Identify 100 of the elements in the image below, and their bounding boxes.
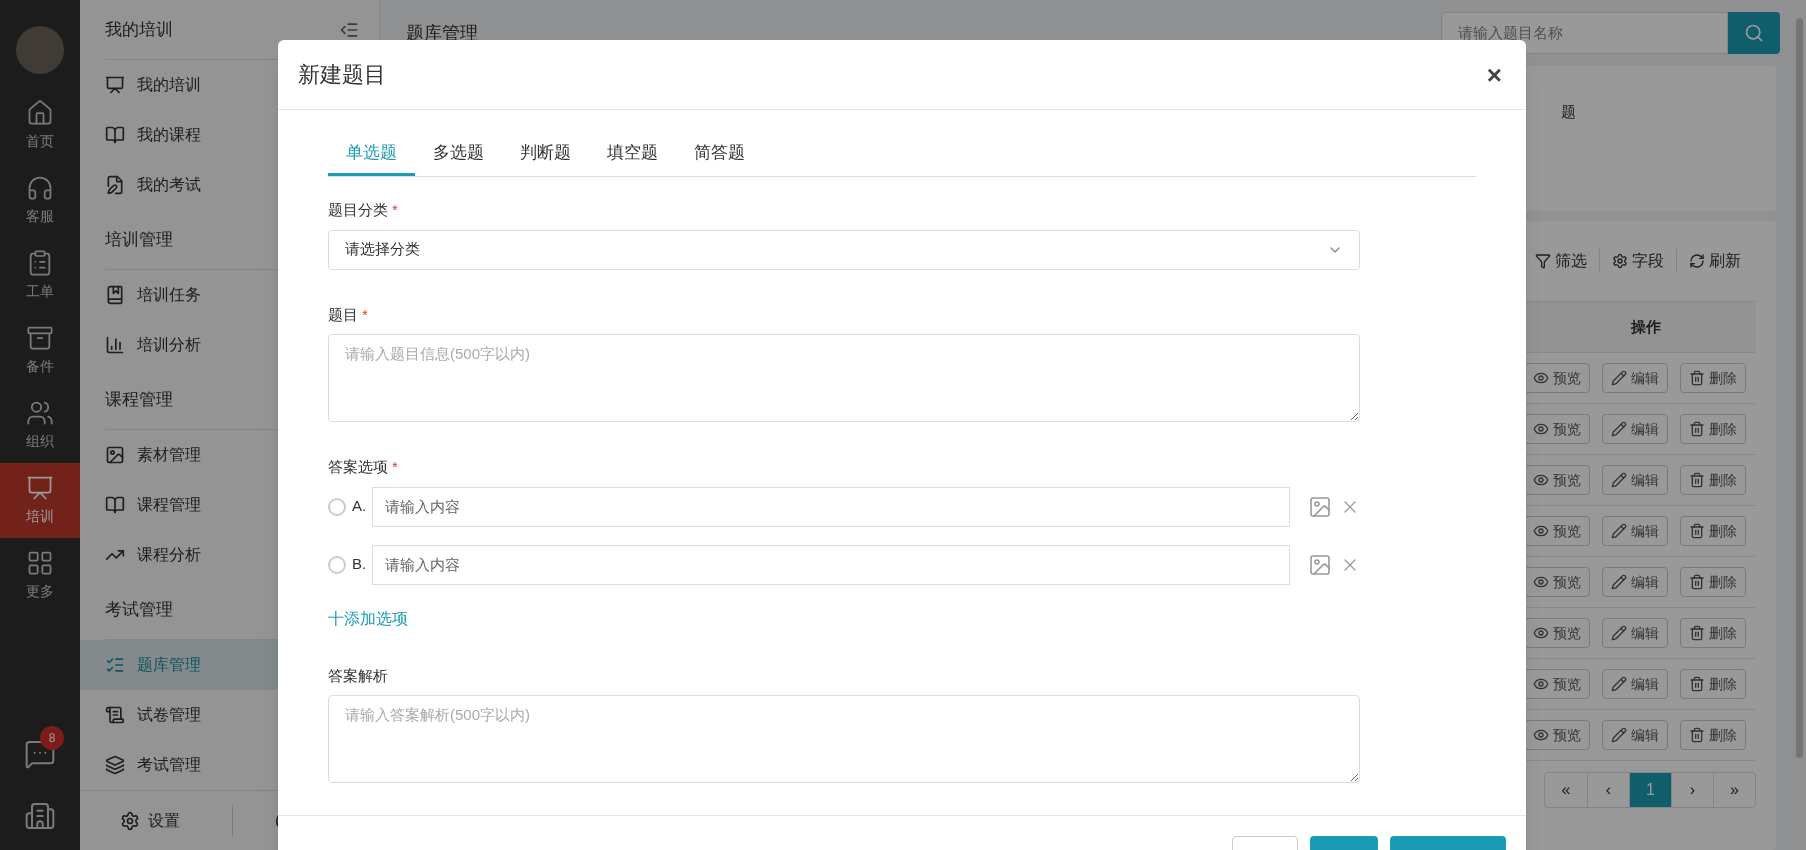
rail-item[interactable]: 培训 bbox=[0, 463, 80, 538]
page-button[interactable]: 1 bbox=[1629, 773, 1671, 807]
toolbar-button[interactable]: 字段 bbox=[1599, 249, 1664, 273]
trash-icon bbox=[1689, 421, 1705, 437]
image-icon[interactable] bbox=[1308, 552, 1332, 577]
filter-icon bbox=[1535, 253, 1551, 269]
action-button[interactable]: 删除 bbox=[1680, 414, 1746, 444]
option-input[interactable]: 请输入内容 bbox=[372, 486, 1290, 527]
search-button[interactable] bbox=[1728, 12, 1780, 54]
tab[interactable]: 简答题 bbox=[676, 132, 763, 176]
toolbar-button[interactable]: 筛选 bbox=[1535, 249, 1587, 273]
required-mark: * bbox=[362, 304, 368, 325]
action-button[interactable]: 删除 bbox=[1680, 465, 1746, 495]
action-button[interactable]: 编辑 bbox=[1602, 720, 1668, 750]
option-letter: A. bbox=[352, 496, 368, 517]
eye-icon bbox=[1533, 472, 1549, 488]
option-letter: B. bbox=[352, 554, 368, 575]
action-button[interactable]: 删除 bbox=[1680, 567, 1746, 597]
trash-icon bbox=[1689, 676, 1705, 692]
group-title: 培训管理 bbox=[105, 228, 173, 251]
radio-button[interactable] bbox=[328, 555, 346, 574]
exam-icon bbox=[105, 175, 125, 195]
task-icon bbox=[105, 285, 125, 305]
field-label: 题目 bbox=[328, 304, 358, 325]
book-icon bbox=[105, 125, 125, 145]
page-button[interactable]: » bbox=[1713, 773, 1755, 807]
eye-icon bbox=[1533, 421, 1549, 437]
page-button[interactable]: « bbox=[1545, 773, 1587, 807]
page-button[interactable]: › bbox=[1671, 773, 1713, 807]
rail-item[interactable]: 备件 bbox=[0, 313, 80, 388]
book-icon bbox=[105, 495, 125, 515]
image-icon[interactable] bbox=[1308, 494, 1332, 519]
tab[interactable]: 多选题 bbox=[415, 132, 502, 176]
trash-icon bbox=[1689, 472, 1705, 488]
layers-icon bbox=[105, 755, 125, 775]
refresh-icon bbox=[1689, 253, 1705, 269]
action-button[interactable]: 编辑 bbox=[1602, 567, 1668, 597]
trash-icon bbox=[1689, 625, 1705, 641]
action-button[interactable]: 编辑 bbox=[1602, 516, 1668, 546]
pencil-icon bbox=[1611, 370, 1627, 386]
radio-button[interactable] bbox=[328, 497, 346, 516]
building-icon[interactable] bbox=[24, 800, 56, 832]
modal-title: 新建题目 bbox=[298, 61, 386, 89]
add-option-link[interactable]: 十添加选项 bbox=[328, 606, 408, 631]
action-button[interactable]: 编辑 bbox=[1602, 363, 1668, 393]
pencil-icon bbox=[1611, 676, 1627, 692]
easel-icon bbox=[105, 75, 125, 95]
paper-icon bbox=[105, 705, 125, 725]
action-button[interactable]: 编辑 bbox=[1602, 618, 1668, 648]
category-select[interactable]: 请选择分类 bbox=[328, 229, 1360, 270]
pencil-icon bbox=[1611, 625, 1627, 641]
pencil-icon bbox=[1611, 727, 1627, 743]
notification-badge: 8 bbox=[40, 726, 64, 750]
home-icon bbox=[26, 99, 54, 127]
tab[interactable]: 判断题 bbox=[502, 132, 589, 176]
trash-icon bbox=[1689, 370, 1705, 386]
action-button[interactable]: 编辑 bbox=[1602, 669, 1668, 699]
action-button[interactable]: 删除 bbox=[1680, 516, 1746, 546]
column-header: 操作 bbox=[1630, 316, 1662, 337]
tab[interactable]: 填空题 bbox=[589, 132, 676, 176]
rail-item[interactable]: 首页 bbox=[0, 88, 80, 163]
group-title: 我的培训 bbox=[105, 18, 173, 41]
action-button[interactable]: 删除 bbox=[1680, 669, 1746, 699]
toolbar-button[interactable]: 刷新 bbox=[1676, 249, 1741, 273]
rail-item[interactable]: 工单 bbox=[0, 238, 80, 313]
rail-item[interactable]: 客服 bbox=[0, 163, 80, 238]
search-icon bbox=[1744, 23, 1764, 43]
close-button[interactable]: × bbox=[1482, 61, 1506, 88]
action-button[interactable]: 删除 bbox=[1680, 363, 1746, 393]
pencil-icon bbox=[1611, 523, 1627, 539]
action-button[interactable]: 编辑 bbox=[1602, 414, 1668, 444]
info-text: 题 bbox=[1561, 102, 1576, 122]
required-mark: * bbox=[392, 457, 398, 477]
pencil-icon bbox=[1611, 574, 1627, 590]
chart-icon bbox=[105, 335, 125, 355]
avatar[interactable] bbox=[16, 26, 64, 74]
trash-icon bbox=[1689, 574, 1705, 590]
option-input[interactable]: 请输入内容 bbox=[372, 544, 1290, 585]
action-button[interactable]: 编辑 bbox=[1602, 465, 1668, 495]
action-button[interactable]: 删除 bbox=[1680, 618, 1746, 648]
rail-item[interactable]: 组织 bbox=[0, 388, 80, 463]
action-button[interactable]: 删除 bbox=[1680, 720, 1746, 750]
required-mark: * bbox=[392, 200, 398, 220]
analysis-textarea[interactable]: 请输入答案解析(500字以内) bbox=[328, 695, 1360, 783]
eye-icon bbox=[1533, 625, 1549, 641]
field-label: 答案选项 bbox=[328, 457, 388, 477]
tab[interactable]: 单选题 bbox=[328, 132, 415, 176]
image-icon bbox=[105, 445, 125, 465]
question-textarea[interactable]: 请输入题目信息(500字以内) bbox=[328, 334, 1360, 422]
settings-button[interactable]: 设置 bbox=[120, 808, 180, 833]
group-title: 课程管理 bbox=[105, 388, 173, 411]
field-label: 题目分类 bbox=[328, 200, 388, 220]
eye-icon bbox=[1533, 574, 1549, 590]
list-icon bbox=[105, 655, 125, 675]
trash-icon bbox=[1689, 727, 1705, 743]
rail-item[interactable]: 更多 bbox=[0, 538, 80, 613]
eye-icon bbox=[1533, 523, 1549, 539]
pencil-icon bbox=[1611, 472, 1627, 488]
group-title: 考试管理 bbox=[105, 598, 173, 621]
search-field[interactable]: 请输入题目名称 bbox=[1441, 12, 1728, 54]
